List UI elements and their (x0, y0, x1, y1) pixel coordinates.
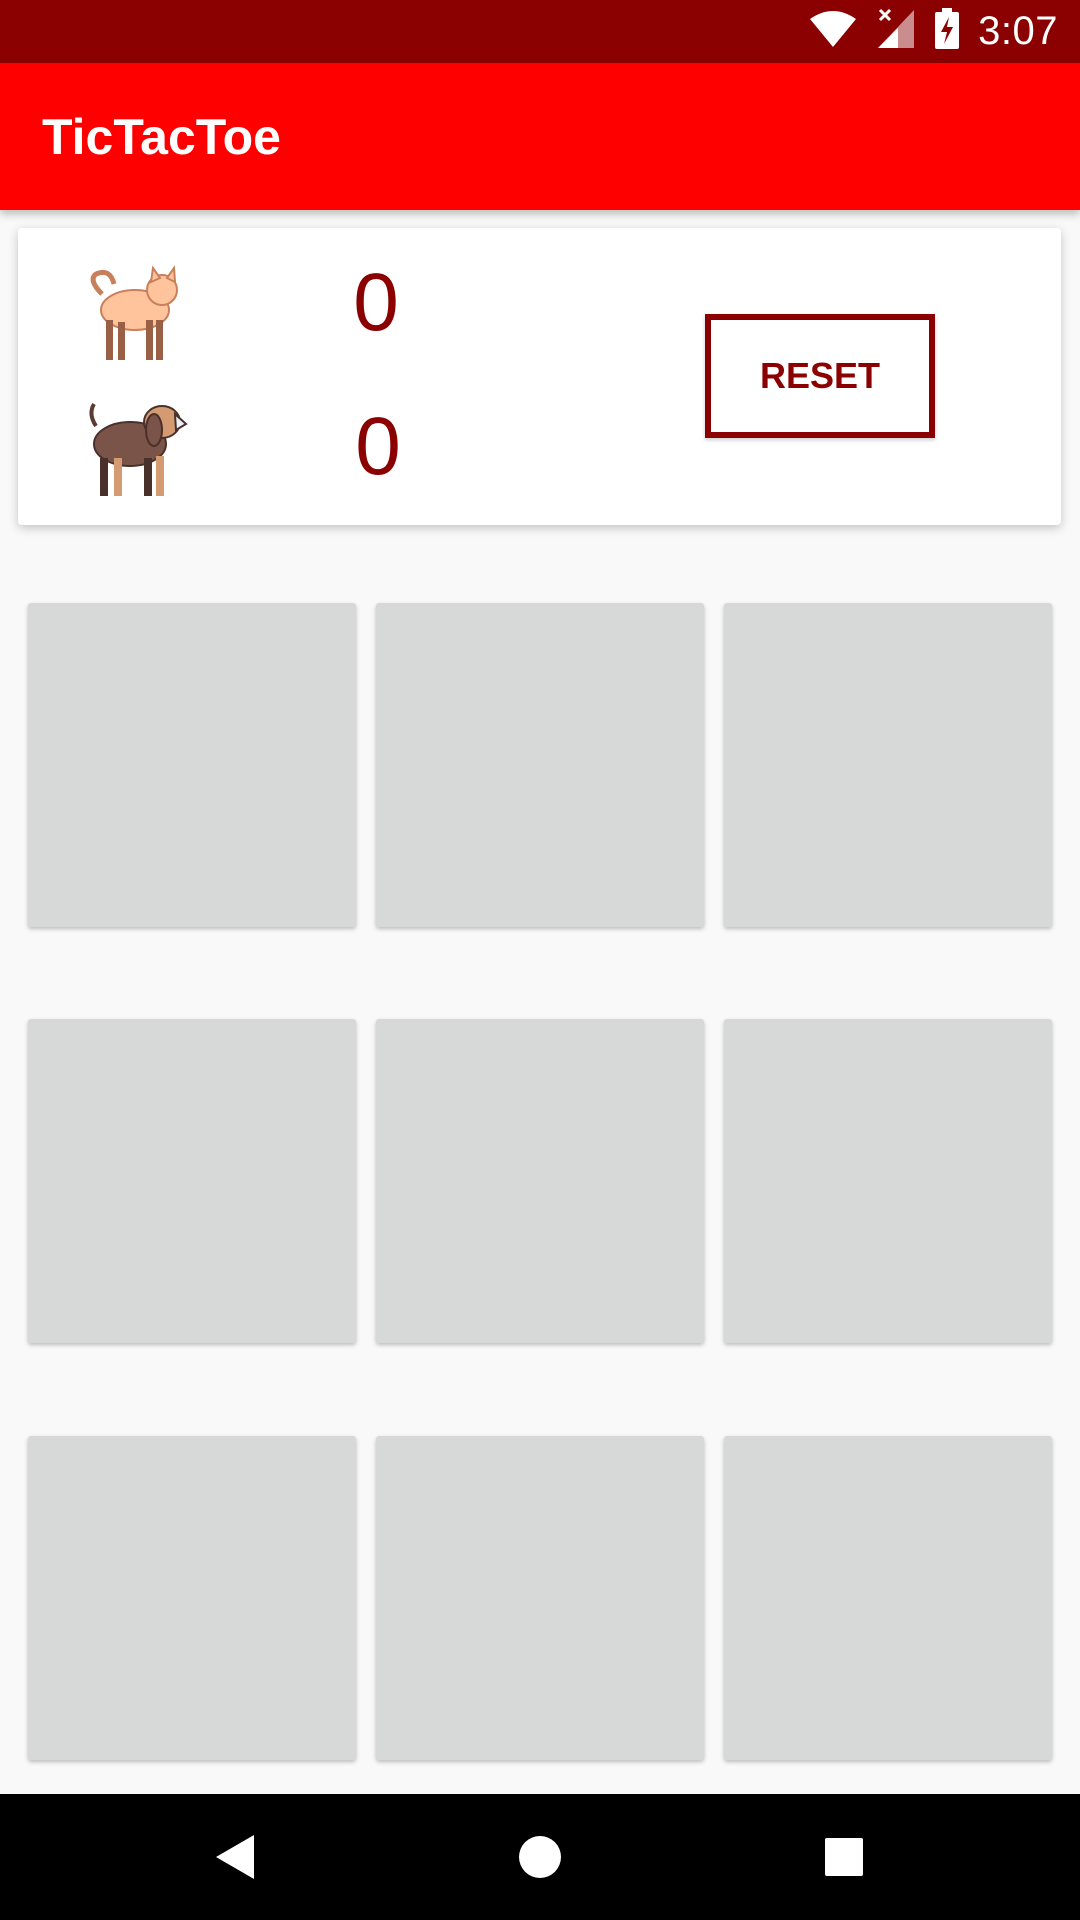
status-bar: 3:07 (0, 0, 1080, 63)
board-cell-4[interactable] (28, 1019, 356, 1343)
back-icon (216, 1835, 254, 1879)
cell-signal-icon (876, 8, 916, 55)
recents-button[interactable] (784, 1794, 904, 1920)
reset-button[interactable]: RESET (705, 314, 935, 438)
board-cell-9[interactable] (724, 1436, 1052, 1760)
board-cell-6[interactable] (724, 1019, 1052, 1343)
dog-icon (80, 396, 190, 506)
board-cell-3[interactable] (724, 603, 1052, 927)
cat-icon (80, 262, 190, 372)
board-cell-2[interactable] (376, 603, 704, 927)
app-title: TicTacToe (42, 108, 281, 165)
nav-bar (0, 1794, 1080, 1920)
recents-icon (825, 1838, 863, 1876)
home-icon (519, 1836, 561, 1878)
battery-charging-icon (934, 8, 960, 55)
board-cell-5[interactable] (376, 1019, 704, 1343)
score-card: 0 0 RESET (18, 228, 1061, 525)
app-bar: TicTacToe (0, 63, 1080, 210)
status-icons: 3:07 (808, 0, 1058, 63)
status-time: 3:07 (978, 9, 1058, 53)
cat-score: 0 (353, 257, 399, 348)
dog-score: 0 (355, 401, 401, 492)
board-cell-1[interactable] (28, 603, 356, 927)
board-cell-8[interactable] (376, 1436, 704, 1760)
back-button[interactable] (176, 1794, 296, 1920)
home-button[interactable] (480, 1794, 600, 1920)
board-cell-7[interactable] (28, 1436, 356, 1760)
wifi-icon (808, 9, 858, 54)
